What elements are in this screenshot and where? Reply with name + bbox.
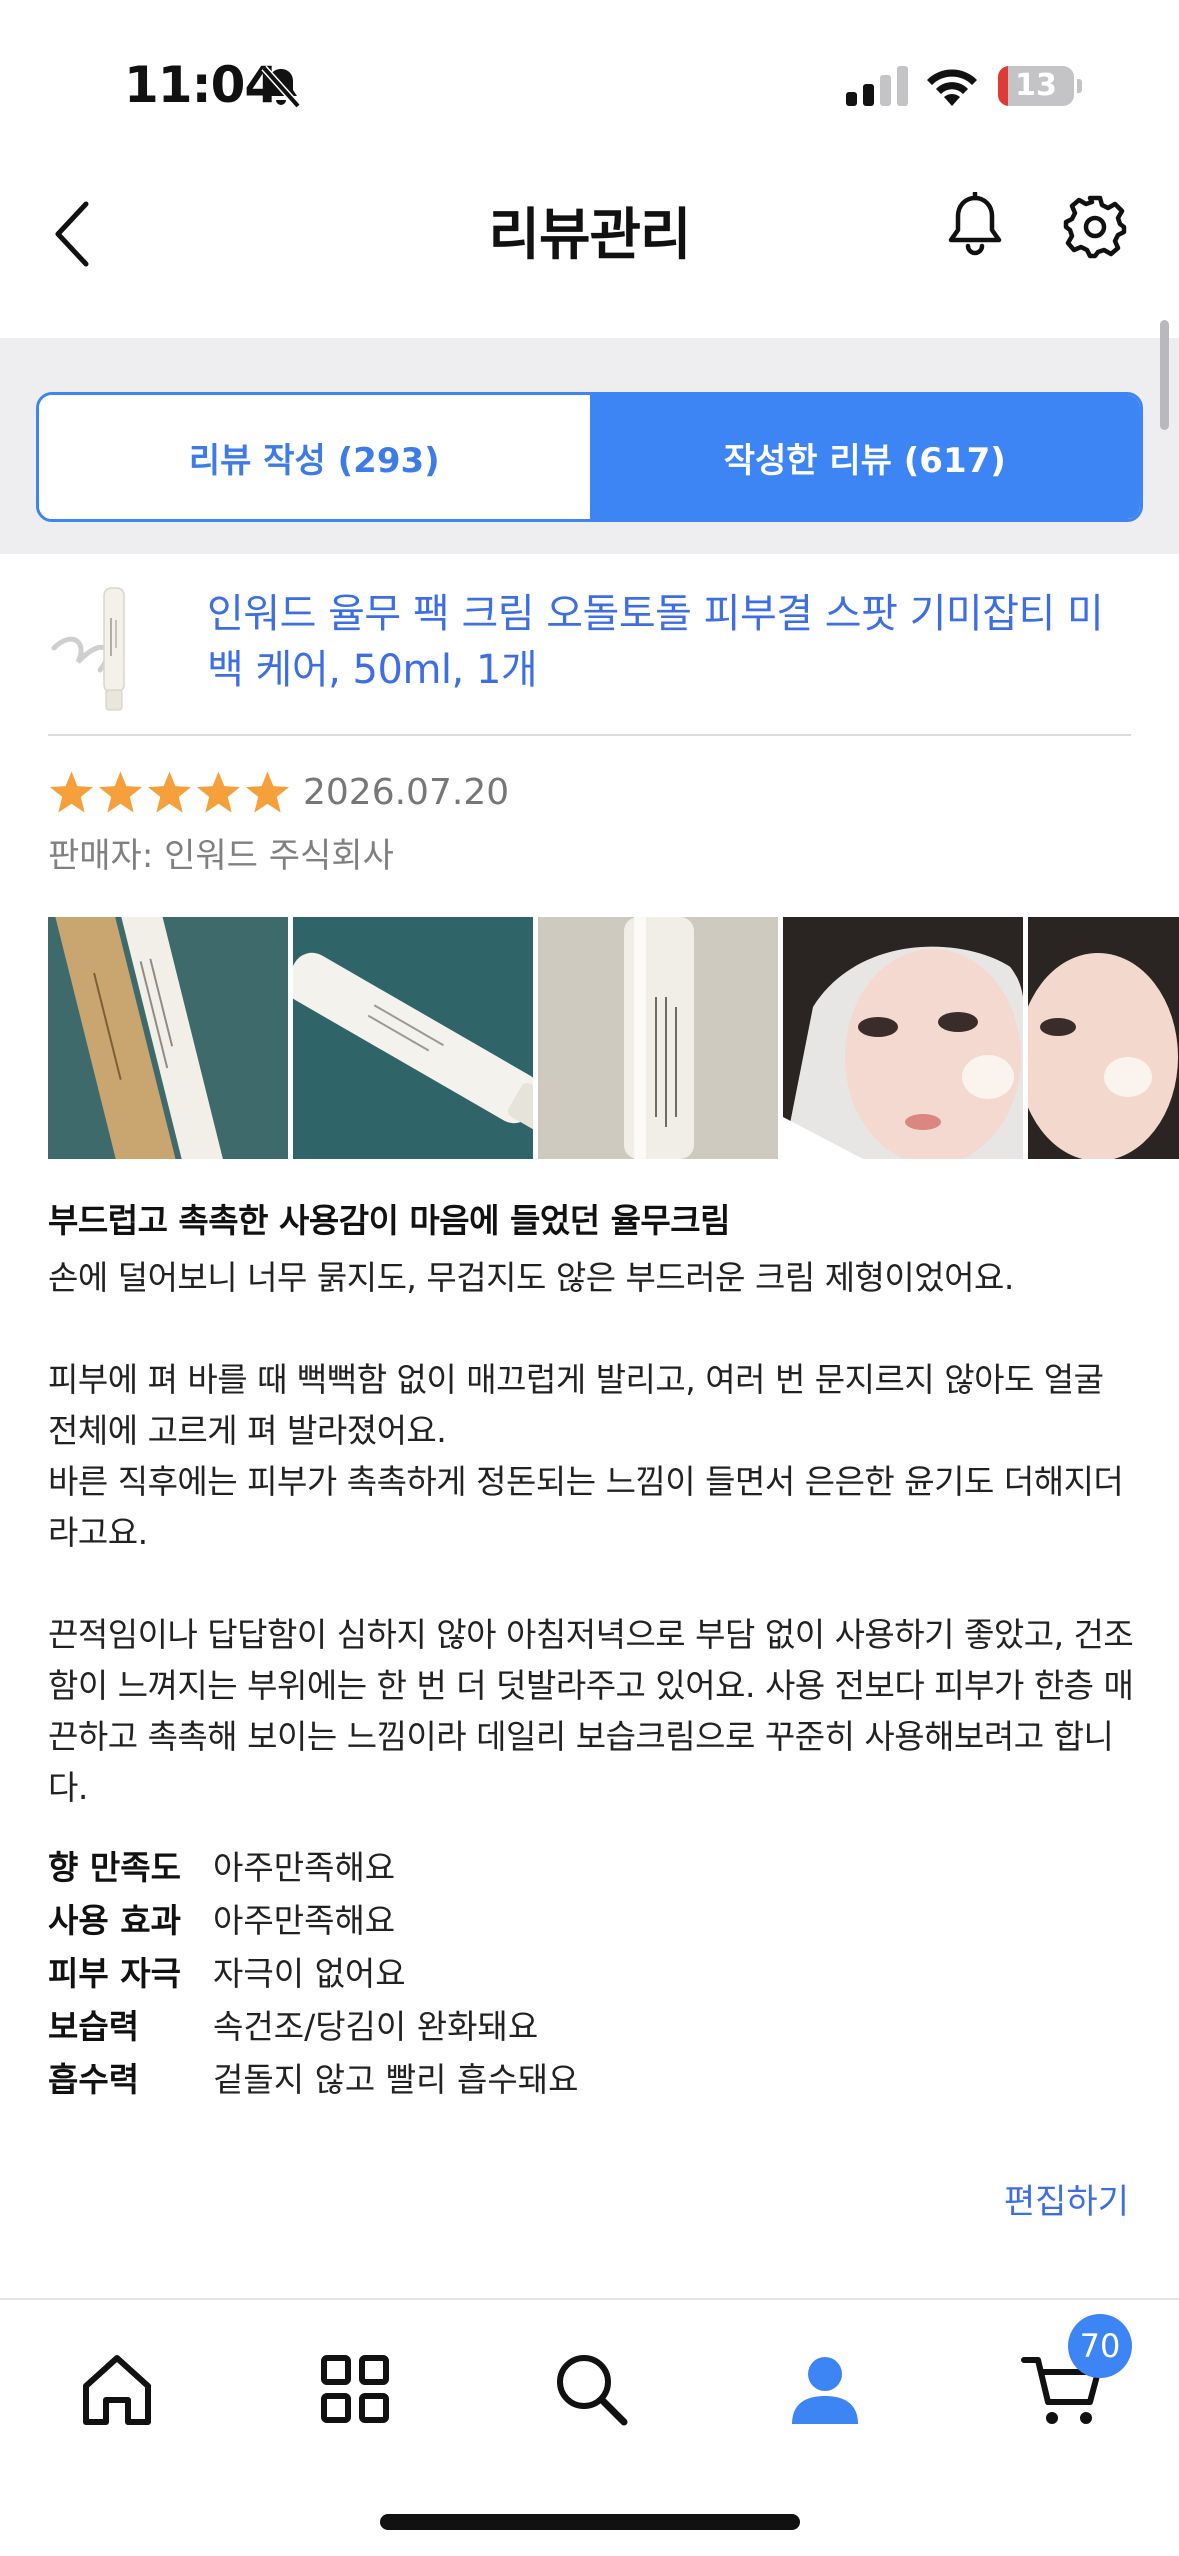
- nav-search[interactable]: [546, 2344, 636, 2434]
- category-icon: [321, 2355, 389, 2423]
- star-icon: [49, 771, 94, 813]
- battery-level: 13: [1015, 68, 1057, 103]
- star-icon: [98, 771, 143, 813]
- review-tabs: 리뷰 작성 (293) 작성한 리뷰 (617): [36, 392, 1143, 522]
- star-icon: [245, 771, 290, 813]
- review-photo-5[interactable]: [1028, 917, 1179, 1159]
- nav-category[interactable]: [310, 2344, 400, 2434]
- divider: [48, 734, 1131, 736]
- profile-icon: [792, 2357, 858, 2424]
- wifi-icon: [927, 69, 977, 106]
- attribute-row: 보습력 속건조/당김이 완화돼요: [48, 1997, 1048, 2050]
- star-icon: [196, 771, 241, 813]
- product-row[interactable]: 인워드 율무 팩 크림 오돌토돌 피부결 스팟 기미잡티 미백 케어, 50ml…: [0, 556, 1179, 736]
- attribute-value: 아주만족해요: [213, 1847, 396, 1887]
- seller-name: 판매자: 인워드 주식회사: [48, 836, 394, 876]
- attribute-row: 흡수력 겉돌지 않고 빨리 흡수돼요: [48, 2050, 1048, 2103]
- nav-my[interactable]: [780, 2344, 870, 2434]
- edit-review-link[interactable]: 편집하기: [1004, 2174, 1129, 2223]
- attribute-label: 보습력: [48, 2006, 140, 2046]
- notification-bell-icon[interactable]: [944, 192, 1006, 262]
- review-photo-1[interactable]: [48, 917, 288, 1159]
- attribute-label: 향 만족도: [48, 1847, 181, 1887]
- attribute-row: 피부 자극 자극이 없어요: [48, 1944, 1048, 1997]
- cart-count-badge: 70: [1068, 2314, 1132, 2378]
- review-photo-4[interactable]: [783, 917, 1023, 1159]
- star-icon: [147, 771, 192, 813]
- attribute-value: 겉돌지 않고 빨리 흡수돼요: [213, 2059, 579, 2099]
- header: 리뷰관리: [0, 170, 1179, 340]
- attribute-row: 향 만족도 아주만족해요: [48, 1838, 1048, 1891]
- star-rating: [48, 769, 291, 815]
- review-photo-2[interactable]: [293, 917, 533, 1159]
- attribute-label: 흡수력: [48, 2059, 140, 2099]
- battery-icon: 13: [998, 66, 1082, 106]
- attribute-label: 사용 효과: [48, 1900, 181, 1940]
- home-indicator[interactable]: [380, 2514, 800, 2530]
- review-photos: [48, 917, 1179, 1159]
- review-title: 부드럽고 촉촉한 사용감이 마음에 들었던 율무크림: [48, 1201, 731, 1240]
- cellular-signal-icon: [846, 66, 908, 106]
- status-bar: 11:04 13: [0, 0, 1179, 170]
- bell-off-icon: [261, 65, 301, 109]
- tab-written-reviews[interactable]: 작성한 리뷰 (617): [589, 395, 1140, 519]
- attribute-row: 사용 효과 아주만족해요: [48, 1891, 1048, 1944]
- search-icon: [557, 2355, 628, 2426]
- attribute-value: 아주만족해요: [213, 1900, 396, 1940]
- product-thumbnail[interactable]: [48, 578, 160, 718]
- nav-home[interactable]: [72, 2344, 162, 2434]
- review-attributes: 향 만족도 아주만족해요 사용 효과 아주만족해요 피부 자극 자극이 없어요 …: [48, 1838, 1048, 2103]
- attribute-value: 속건조/당김이 완화돼요: [213, 2006, 539, 2046]
- settings-gear-icon[interactable]: [1062, 194, 1128, 260]
- review-date: 2026.07.20: [303, 771, 510, 813]
- product-name[interactable]: 인워드 율무 팩 크림 오돌토돌 피부결 스팟 기미잡티 미백 케어, 50ml…: [207, 586, 1137, 698]
- tab-write-review[interactable]: 리뷰 작성 (293): [39, 395, 590, 519]
- attribute-value: 자극이 없어요: [213, 1953, 406, 1993]
- status-time: 11:04: [124, 56, 279, 114]
- attribute-label: 피부 자극: [48, 1953, 181, 1993]
- review-photo-3[interactable]: [538, 917, 778, 1159]
- scrollbar[interactable]: [1160, 320, 1169, 430]
- rating-row: 2026.07.20: [48, 762, 509, 822]
- home-icon: [83, 2355, 151, 2425]
- review-body: 손에 덜어보니 너무 묽지도, 무겁지도 않은 부드러운 크림 제형이었어요. …: [48, 1258, 1134, 1807]
